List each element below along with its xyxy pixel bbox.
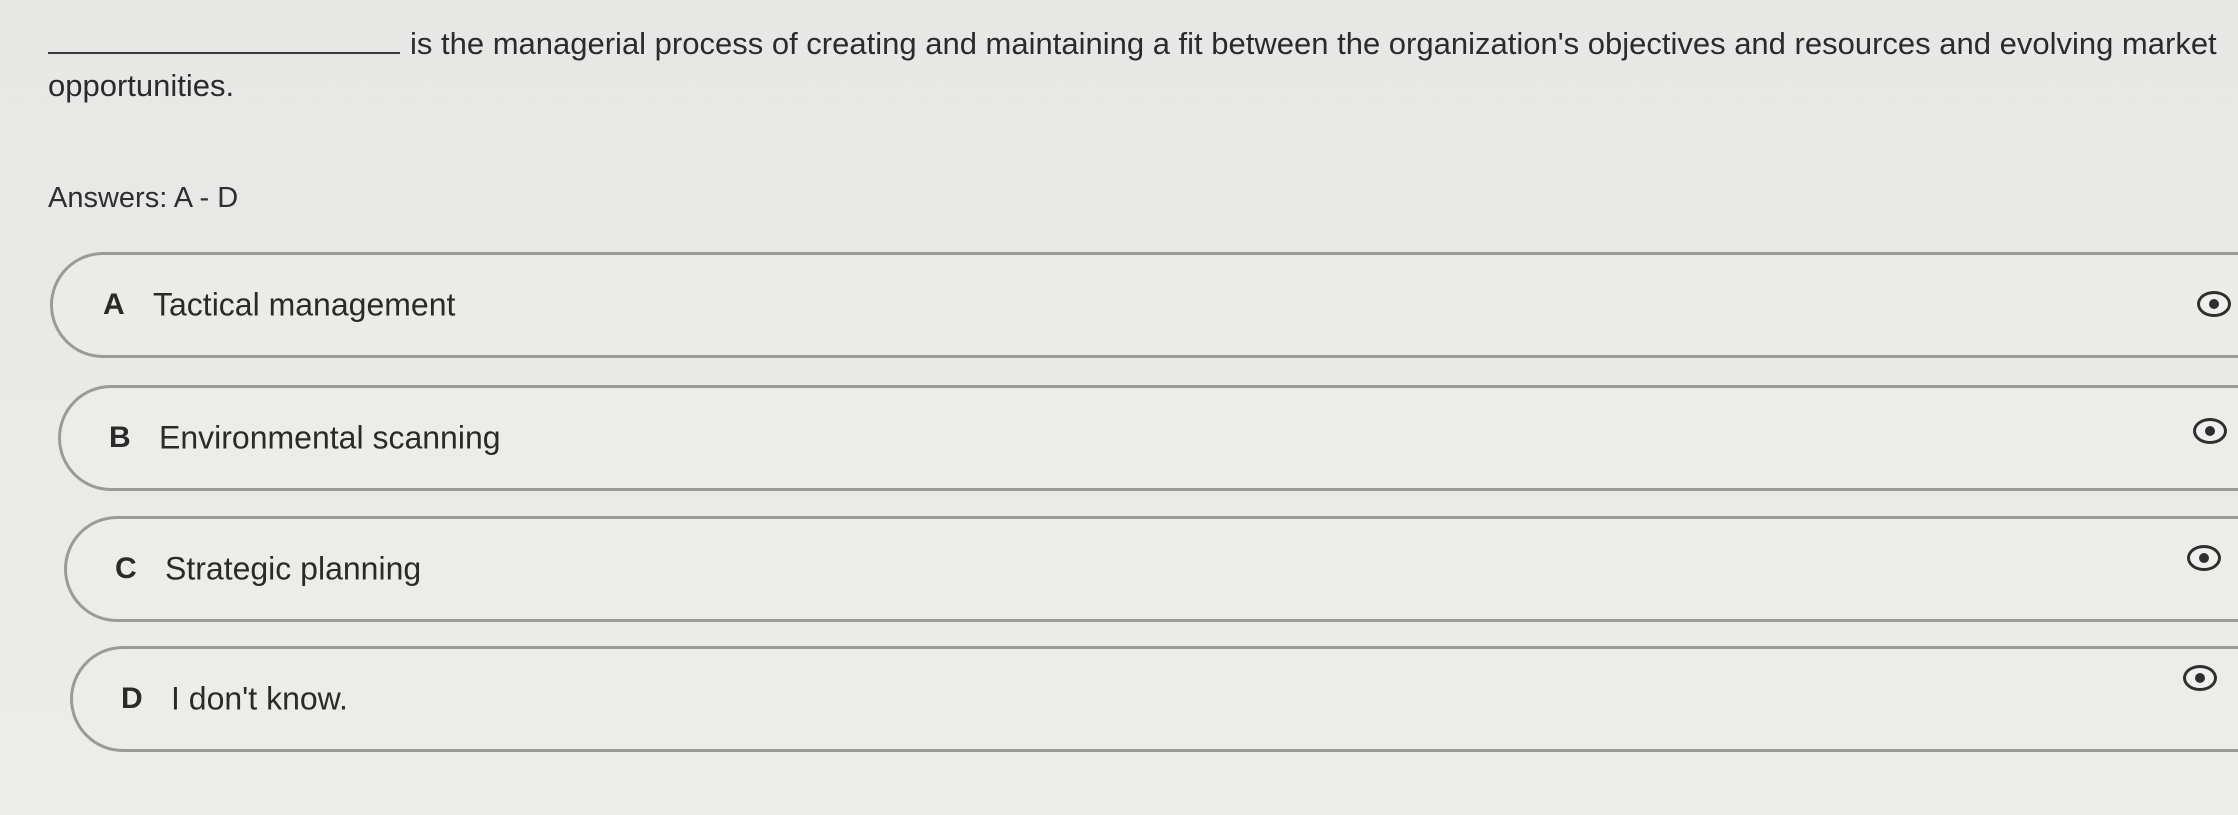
eye-icon[interactable] bbox=[2193, 418, 2227, 444]
eye-icon[interactable] bbox=[2197, 291, 2231, 317]
option-label: I don't know. bbox=[171, 680, 348, 717]
eye-icon[interactable] bbox=[2183, 665, 2217, 691]
option-letter: D bbox=[121, 682, 143, 715]
eye-icon[interactable] bbox=[2187, 545, 2221, 571]
answers-label: Answers: A - D bbox=[48, 182, 239, 214]
option-c[interactable]: C Strategic planning bbox=[64, 516, 2238, 622]
quiz-page: { "question": { "text": "is the manageri… bbox=[0, 0, 2238, 815]
option-letter: A bbox=[103, 288, 125, 321]
option-letter: B bbox=[109, 421, 131, 454]
option-letter: C bbox=[115, 552, 137, 585]
question-text: is the managerial process of creating an… bbox=[48, 22, 2228, 107]
option-a[interactable]: A Tactical management bbox=[50, 252, 2238, 358]
option-b[interactable]: B Environmental scanning bbox=[58, 385, 2238, 491]
option-d[interactable]: D I don't know. bbox=[70, 646, 2238, 752]
option-label: Strategic planning bbox=[165, 550, 422, 587]
answer-blank bbox=[48, 22, 400, 54]
option-label: Tactical management bbox=[153, 286, 456, 323]
option-label: Environmental scanning bbox=[159, 419, 501, 456]
